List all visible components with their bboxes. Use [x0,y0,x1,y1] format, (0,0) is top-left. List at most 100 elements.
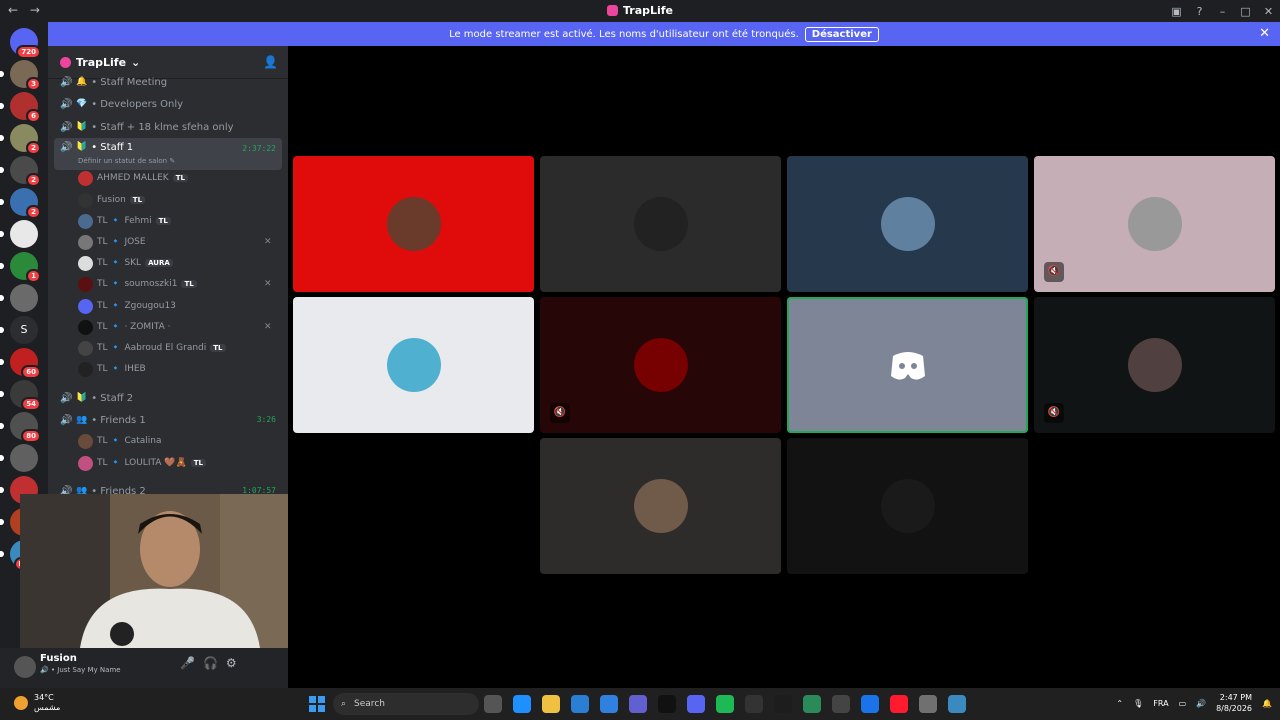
clock[interactable]: 2:47 PM 8/8/2026 [1216,692,1252,714]
server-icon[interactable]: S [0,316,38,344]
voice-user[interactable]: TL 🔹 SKL AURA [78,253,173,273]
taskbar-app-icon[interactable] [745,695,763,713]
mention-badge: 54 [21,397,41,411]
voice-user[interactable]: TL 🔹 soumoszki1 TL ✕ [78,274,272,294]
voice-user[interactable]: TL 🔹 · ZOMITA · ✕ [78,317,272,337]
user-name: TL 🔹 Fehmi [97,216,152,226]
server-icon[interactable]: 54 [0,380,41,411]
microphone-icon[interactable]: 🎤 [180,656,195,670]
server-icon[interactable]: 80 [0,412,41,443]
user-name: TL 🔹 SKL [97,258,142,268]
server-icon[interactable]: 720 [10,28,41,59]
taskbar-app-icon[interactable] [658,695,676,713]
video-tile[interactable]: 🔇 [1034,156,1275,292]
chevron-up-icon[interactable]: ⌃ [1116,699,1123,708]
taskbar-app-icon[interactable] [629,695,647,713]
video-tile[interactable] [787,438,1028,574]
close-banner-icon[interactable]: ✕ [1259,26,1270,41]
video-tile[interactable] [540,156,781,292]
nav-arrows[interactable]: ← → [8,3,44,17]
video-tile[interactable] [293,156,534,292]
server-icon[interactable] [0,444,38,472]
taskbar-app-icon[interactable] [774,695,792,713]
notification-bell-icon[interactable]: 🔔 [1262,699,1272,708]
server-icon[interactable]: 2 [0,156,41,187]
taskbar-app-icon[interactable] [513,695,531,713]
mic-tray-icon[interactable]: 🎙 [1133,699,1143,708]
unread-indicator [0,231,4,237]
server-icon[interactable]: 1 [0,252,41,283]
add-user-icon[interactable]: 👤 [263,55,278,69]
user-name: TL 🔹 soumoszki1 [97,279,178,289]
deactivate-button[interactable]: Désactiver [804,26,879,42]
server-tag: TL [129,196,146,204]
unread-indicator [0,135,4,141]
help-icon[interactable]: ? [1188,5,1211,18]
weather-widget[interactable]: 34°C مشمس [14,693,60,713]
video-tile[interactable]: 🔇 [540,297,781,433]
settings-gear-icon[interactable]: ⚙ [226,656,237,670]
avatar[interactable] [14,656,36,678]
voice-channel[interactable]: 🔊 🔰 • Staff 2 [54,387,282,409]
voice-user[interactable]: TL 🔹 IHEB [78,359,146,379]
video-tile[interactable] [787,297,1028,433]
voice-video-grid: 🔇 🔇 🔇 [288,46,1280,688]
video-tile[interactable] [540,438,781,574]
minimize-button[interactable]: – [1211,5,1234,18]
mention-badge: 720 [16,45,41,59]
video-tile[interactable]: 🔇 [1034,297,1275,433]
taskbar-app-icon[interactable] [716,695,734,713]
muted-icon: ✕ [264,322,272,332]
server-icon[interactable] [0,220,38,248]
language-indicator[interactable]: FRA [1153,699,1168,708]
channel-status[interactable]: Définir un statut de salon ✎ [78,157,175,165]
voice-channel[interactable]: 🔊 🔔 • Staff Meeting [54,71,282,93]
taskbar-search[interactable]: ⌕ Search [333,693,479,715]
taskbar-app-icon[interactable] [484,695,502,713]
avatar [1127,197,1182,251]
server-icon[interactable] [0,284,38,312]
user-name: TL 🔹 LOULITA 🤎🧸 [97,458,187,468]
voice-user[interactable]: Fusion TL [78,190,146,210]
video-tile[interactable] [787,156,1028,292]
taskbar-app-icon[interactable] [948,695,966,713]
server-icon[interactable]: 2 [0,188,41,219]
voice-channel[interactable]: 🔊 👥 • Friends 1 3:26 [54,409,282,431]
server-icon[interactable]: 6 [0,92,41,123]
taskbar-app-icon[interactable] [600,695,618,713]
voice-user[interactable]: TL 🔹 Zgougou13 [78,296,176,316]
voice-user[interactable]: TL 🔹 Fehmi TL [78,211,171,231]
user-name: TL 🔹 IHEB [97,364,146,374]
avatar [78,213,93,229]
voice-channel[interactable]: 🔊 🔰 • Staff + 18 klme sfeha only [54,116,282,138]
close-window-button[interactable]: ✕ [1257,5,1280,18]
volume-icon[interactable]: 🔊 [1196,699,1206,708]
maximize-button[interactable]: □ [1234,5,1257,18]
taskbar-app-icon[interactable] [803,695,821,713]
taskbar-app-icon[interactable] [687,695,705,713]
server-tag: TL [190,459,206,467]
voice-user[interactable]: TL 🔹 Catalina [78,431,162,451]
network-icon[interactable]: ▭ [1179,699,1187,708]
voice-channel[interactable]: 🔊 💎 • Developers Only [54,93,282,115]
taskbar-app-icon[interactable] [571,695,589,713]
search-placeholder: Search [354,699,385,709]
server-icon[interactable]: 60 [0,348,41,379]
server-icon[interactable]: 2 [0,124,41,155]
taskbar-app-icon[interactable] [832,695,850,713]
taskbar-app-icon[interactable] [919,695,937,713]
taskbar-app-icon[interactable] [542,695,560,713]
voice-user[interactable]: AHMED MALLEK TL [78,168,188,188]
headphones-icon[interactable]: 🎧 [203,656,218,670]
server-tag: TL [155,217,171,225]
windows-start-icon[interactable] [309,696,325,712]
taskbar-app-icon[interactable] [890,695,908,713]
voice-user[interactable]: TL 🔹 Aabroud El Grandi TL [78,338,226,358]
voice-user[interactable]: TL 🔹 JOSE ✕ [78,232,272,252]
inbox-icon[interactable]: ▣ [1165,5,1188,18]
voice-user[interactable]: TL 🔹 LOULITA 🤎🧸 TL [78,453,206,473]
server-icon[interactable]: 3 [0,60,41,91]
video-tile[interactable] [293,297,534,433]
voice-channel[interactable]: 🔊 🔰 • Staff 1 2:37:22 Définir un statut de s… [54,138,282,170]
taskbar-app-icon[interactable] [861,695,879,713]
